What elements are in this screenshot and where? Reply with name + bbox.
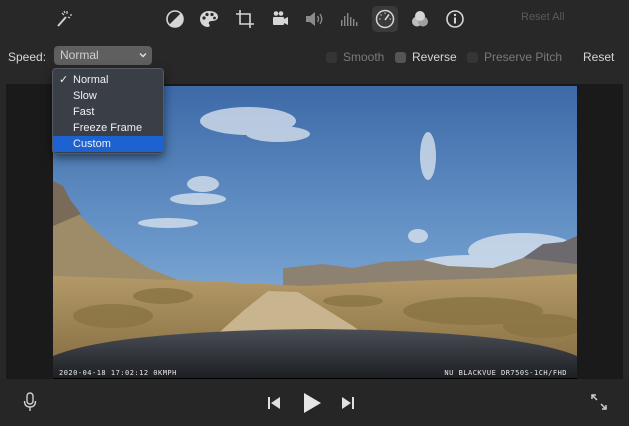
menu-item-label: Freeze Frame — [73, 122, 143, 134]
color-balance-icon[interactable] — [163, 7, 187, 31]
smooth-checkbox-box[interactable] — [326, 51, 337, 63]
menu-item-slow[interactable]: Slow — [53, 88, 163, 104]
preserve-pitch-checkbox[interactable]: Preserve Pitch — [467, 50, 562, 64]
camera-overlay: NU BLACKVUE DR750S-1CH/FHD — [444, 369, 567, 377]
color-palette-icon[interactable] — [197, 7, 221, 31]
preserve-pitch-checkbox-box[interactable] — [467, 51, 478, 63]
menu-item-label: Fast — [73, 106, 95, 118]
volume-icon[interactable] — [302, 7, 326, 31]
speed-controls: Speed: Normal Smooth Reverse Preserve Pi… — [0, 42, 629, 70]
speed-label: Speed: — [8, 50, 47, 64]
reverse-checkbox[interactable]: Reverse — [395, 50, 457, 64]
skip-forward-icon[interactable] — [338, 393, 358, 413]
fullscreen-icon[interactable] — [588, 391, 610, 413]
chevron-down-icon — [138, 49, 148, 63]
preserve-pitch-label: Preserve Pitch — [484, 50, 563, 64]
menu-item-label: Slow — [73, 90, 97, 102]
smooth-label: Smooth — [343, 50, 385, 64]
playback-bar — [0, 379, 629, 426]
filter-icon[interactable] — [408, 7, 432, 31]
toolbar: Reset All — [0, 0, 629, 38]
menu-item-label: Custom — [73, 138, 111, 150]
crop-icon[interactable] — [233, 7, 257, 31]
menu-item-label: Normal — [73, 74, 109, 86]
speed-icon[interactable] — [372, 6, 398, 32]
reverse-label: Reverse — [412, 50, 457, 64]
microphone-icon[interactable] — [20, 391, 40, 413]
checkmark-icon: ✓ — [59, 74, 69, 86]
timestamp-overlay: 2020-04-18 17:02:12 0KMPH — [59, 369, 177, 377]
magic-wand-icon[interactable] — [51, 7, 75, 31]
smooth-checkbox[interactable]: Smooth — [326, 50, 384, 64]
menu-item-normal[interactable]: ✓ Normal — [53, 72, 163, 88]
menu-item-freeze-frame[interactable]: Freeze Frame — [53, 120, 163, 136]
speed-select-value: Normal — [60, 48, 99, 62]
skip-back-icon[interactable] — [264, 393, 284, 413]
reverse-checkbox-box[interactable] — [395, 51, 406, 63]
reset-button[interactable]: Reset — [583, 50, 614, 64]
info-icon[interactable] — [443, 7, 467, 31]
reset-all-button[interactable]: Reset All — [521, 11, 564, 23]
menu-item-custom[interactable]: Custom — [53, 136, 163, 152]
speed-select[interactable]: Normal — [54, 46, 152, 65]
speed-menu: ✓ Normal Slow Fast Freeze Frame Custom — [52, 68, 164, 154]
equalizer-icon[interactable] — [337, 7, 361, 31]
menu-item-fast[interactable]: Fast — [53, 104, 163, 120]
stabilization-icon[interactable] — [268, 7, 292, 31]
play-icon[interactable] — [298, 389, 326, 417]
